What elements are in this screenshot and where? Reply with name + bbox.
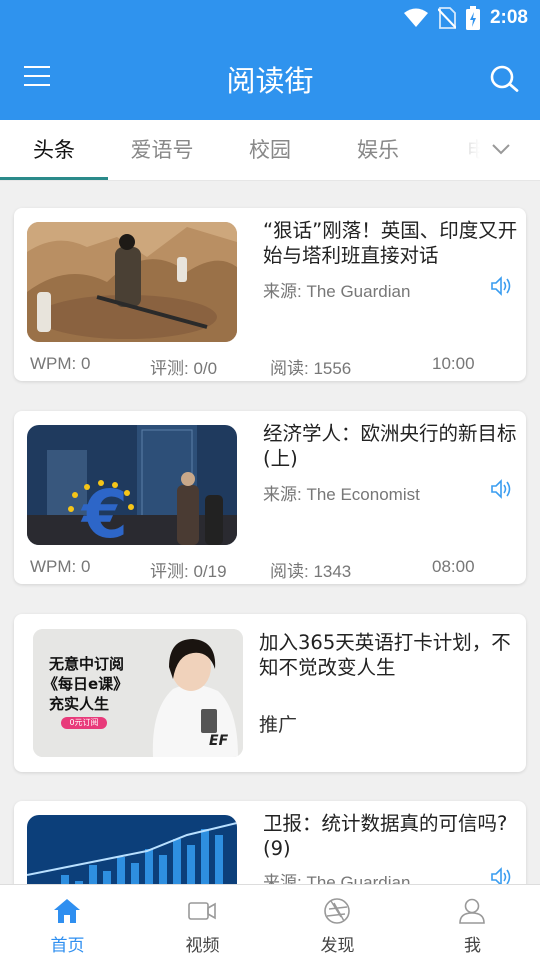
promo-card[interactable]: 无意中订阅 《每日e课》 充实人生 0元订阅 EF 加入365天英语打卡计划，不… [14, 614, 526, 772]
publish-time: 10:00 [432, 354, 475, 373]
nav-home[interactable]: 首页 [0, 885, 135, 960]
publish-time: 08:00 [432, 557, 475, 576]
promo-banner-line: 《每日e课》 [43, 675, 129, 693]
article-title: 卫报：统计数据真的可信吗? (9) [263, 812, 508, 860]
home-icon [54, 899, 80, 923]
speaker-icon[interactable] [490, 478, 512, 500]
article-card[interactable]: “狠话”刚落！英国、印度又开始与塔利班直接对话 来源: The Guardian… [14, 208, 526, 381]
promo-banner-line: 无意中订阅 [49, 655, 125, 673]
tab-entertainment[interactable]: 娱乐 [324, 120, 432, 180]
eval-stat: 评测: 0/0 [150, 359, 218, 378]
nav-label: 我 [464, 936, 481, 956]
ef-logo: EF [209, 733, 229, 749]
app-bar: 阅读街 [0, 36, 540, 120]
article-title: “狠话”刚落！英国、印度又开始与塔利班直接对话 [263, 219, 518, 267]
promo-banner-badge: 0元订阅 [61, 717, 107, 729]
nav-label: 发现 [320, 936, 355, 956]
no-sim-icon [437, 7, 456, 29]
tab-campus[interactable]: 校园 [216, 120, 324, 180]
article-card[interactable]: € 经济学人：欧洲央行的新目标 (上) 来源: The Economist WP… [14, 411, 526, 584]
reads-stat: 阅读: 1556 [270, 359, 352, 378]
article-thumbnail: € [27, 425, 237, 545]
battery-icon [465, 6, 480, 30]
promo-banner-line: 充实人生 [49, 695, 110, 713]
article-thumbnail [27, 222, 237, 342]
bottom-navigation: 首页 视频 发现 我 [0, 884, 540, 960]
nav-discover[interactable]: 发现 [270, 885, 405, 960]
search-icon[interactable] [488, 62, 522, 96]
app-title: 阅读街 [226, 64, 314, 98]
article-source: 来源: The Economist [263, 485, 420, 504]
nav-label: 视频 [185, 936, 220, 956]
promo-title: 加入365天英语打卡计划，不知不觉改变人生 [259, 631, 511, 679]
active-tab-indicator [0, 177, 108, 180]
chevron-down-icon[interactable] [488, 138, 514, 160]
speaker-icon[interactable] [490, 275, 512, 297]
tab-aiyuhao[interactable]: 爱语号 [108, 120, 216, 180]
nav-label: 首页 [50, 936, 85, 956]
clock: 2:08 [489, 7, 528, 28]
video-camera-icon [188, 902, 216, 920]
reads-stat: 阅读: 1343 [270, 562, 352, 581]
wpm-stat: WPM: 0 [30, 354, 91, 373]
article-title: 经济学人：欧洲央行的新目标 (上) [263, 422, 517, 470]
tab-headlines[interactable]: 头条 [0, 120, 108, 180]
nav-me[interactable]: 我 [405, 885, 540, 960]
wpm-stat: WPM: 0 [30, 557, 91, 576]
user-icon [459, 898, 485, 924]
promo-tag: 推广 [259, 714, 298, 736]
eval-stat: 评测: 0/19 [150, 562, 227, 581]
aperture-icon [324, 898, 350, 924]
article-source: 来源: The Guardian [263, 282, 411, 301]
nav-video[interactable]: 视频 [135, 885, 270, 960]
wifi-icon [403, 8, 428, 27]
promo-banner: 无意中订阅 《每日e课》 充实人生 0元订阅 EF [33, 629, 243, 757]
status-bar: 2:08 [0, 0, 540, 36]
